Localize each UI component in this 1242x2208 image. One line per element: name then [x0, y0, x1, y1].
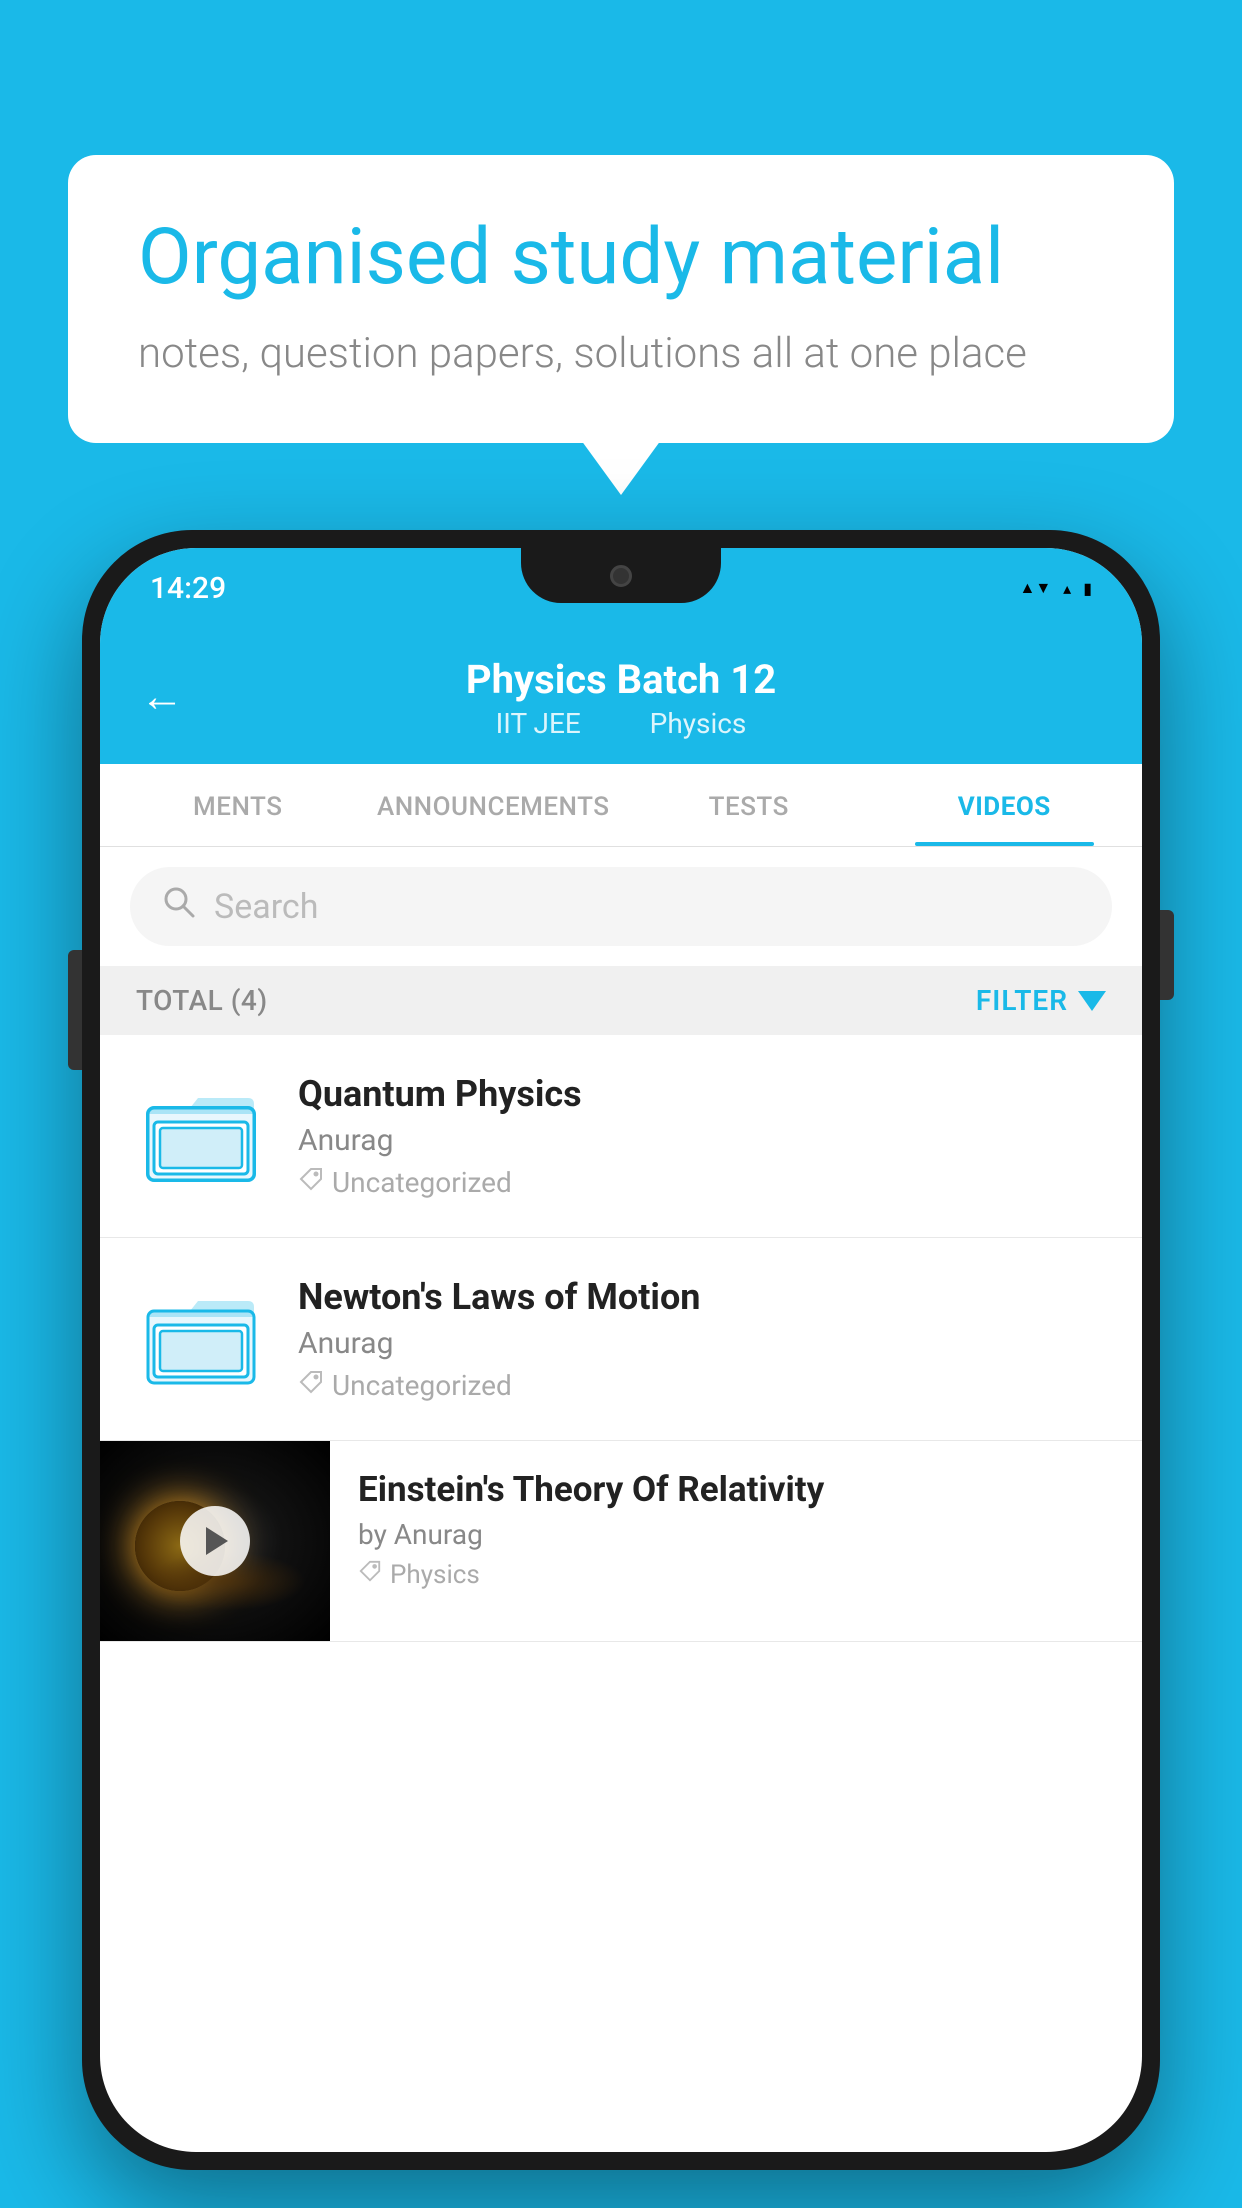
header-subtitle: IIT JEE Physics — [140, 707, 1102, 740]
video-title: Quantum Physics — [298, 1073, 1106, 1115]
speech-bubble: Organised study material notes, question… — [68, 155, 1174, 443]
search-input[interactable]: Search — [214, 887, 318, 927]
tab-tests[interactable]: TESTS — [621, 764, 877, 846]
subtitle-physics: Physics — [650, 707, 747, 740]
total-count: TOTAL (4) — [136, 984, 268, 1017]
back-button[interactable]: ← — [140, 670, 184, 722]
filter-label: FILTER — [976, 984, 1068, 1017]
tab-ments[interactable]: MENTS — [110, 764, 366, 846]
tag-icon — [358, 1559, 382, 1590]
status-time: 14:29 — [150, 571, 226, 606]
camera — [610, 565, 632, 587]
header-title: Physics Batch 12 — [140, 656, 1102, 703]
video-title: Einstein's Theory Of Relativity — [358, 1469, 1114, 1510]
tabs-bar: MENTS ANNOUNCEMENTS TESTS VIDEOS — [100, 764, 1142, 847]
video-info: Newton's Laws of Motion Anurag Uncategor… — [298, 1276, 1106, 1402]
list-item[interactable]: Einstein's Theory Of Relativity by Anura… — [100, 1441, 1142, 1642]
video-author: Anurag — [298, 1326, 1106, 1361]
speech-bubble-subtext: notes, question papers, solutions all at… — [138, 329, 1104, 378]
tag-label: Physics — [390, 1560, 480, 1590]
speech-bubble-wrapper: Organised study material notes, question… — [68, 155, 1174, 443]
folder-thumbnail — [136, 1071, 266, 1201]
speech-bubble-heading: Organised study material — [138, 215, 1104, 301]
video-tag: Uncategorized — [298, 1369, 1106, 1402]
video-thumbnail — [100, 1441, 330, 1641]
video-tag: Uncategorized — [298, 1166, 1106, 1199]
filter-icon — [1078, 991, 1106, 1011]
wifi-icon: ▲▼ — [1019, 578, 1051, 598]
list-item[interactable]: Quantum Physics Anurag Uncategorized — [100, 1035, 1142, 1238]
filter-bar: TOTAL (4) FILTER — [100, 966, 1142, 1035]
phone-inner: 14:29 ▲▼ ▴ ▮ ← Physics Batch 12 IIT JEE … — [100, 548, 1142, 2152]
status-bar: 14:29 ▲▼ ▴ ▮ — [100, 548, 1142, 628]
tag-icon — [298, 1369, 324, 1402]
list-item[interactable]: Newton's Laws of Motion Anurag Uncategor… — [100, 1238, 1142, 1441]
folder-thumbnail — [136, 1274, 266, 1404]
video-author: Anurag — [298, 1123, 1106, 1158]
search-icon — [162, 885, 196, 928]
search-bar[interactable]: Search — [130, 867, 1112, 946]
video-list: Quantum Physics Anurag Uncategorized — [100, 1035, 1142, 1642]
video-author: by Anurag — [358, 1518, 1114, 1551]
phone-outer: 14:29 ▲▼ ▴ ▮ ← Physics Batch 12 IIT JEE … — [82, 530, 1160, 2170]
tab-videos[interactable]: VIDEOS — [877, 764, 1133, 846]
video-info: Quantum Physics Anurag Uncategorized — [298, 1073, 1106, 1199]
signal-icon: ▴ — [1063, 579, 1071, 598]
tag-icon — [298, 1166, 324, 1199]
play-button[interactable] — [180, 1506, 250, 1576]
notch — [521, 548, 721, 603]
phone-container: 14:29 ▲▼ ▴ ▮ ← Physics Batch 12 IIT JEE … — [82, 530, 1160, 2170]
search-container: Search — [100, 847, 1142, 966]
tab-announcements[interactable]: ANNOUNCEMENTS — [366, 764, 622, 846]
video-title: Newton's Laws of Motion — [298, 1276, 1106, 1318]
subtitle-iitjee: IIT JEE — [496, 707, 581, 740]
tag-label: Uncategorized — [332, 1166, 512, 1199]
tag-label: Uncategorized — [332, 1369, 512, 1402]
folder-icon — [146, 1289, 256, 1389]
video-info: Einstein's Theory Of Relativity by Anura… — [330, 1441, 1142, 1618]
battery-icon: ▮ — [1083, 579, 1092, 598]
app-header: ← Physics Batch 12 IIT JEE Physics — [100, 628, 1142, 764]
filter-button[interactable]: FILTER — [976, 984, 1106, 1017]
folder-icon — [146, 1086, 256, 1186]
play-icon — [206, 1527, 228, 1555]
status-icons: ▲▼ ▴ ▮ — [1019, 578, 1092, 598]
video-tag: Physics — [358, 1559, 1114, 1590]
subtitle-separator — [612, 707, 626, 740]
